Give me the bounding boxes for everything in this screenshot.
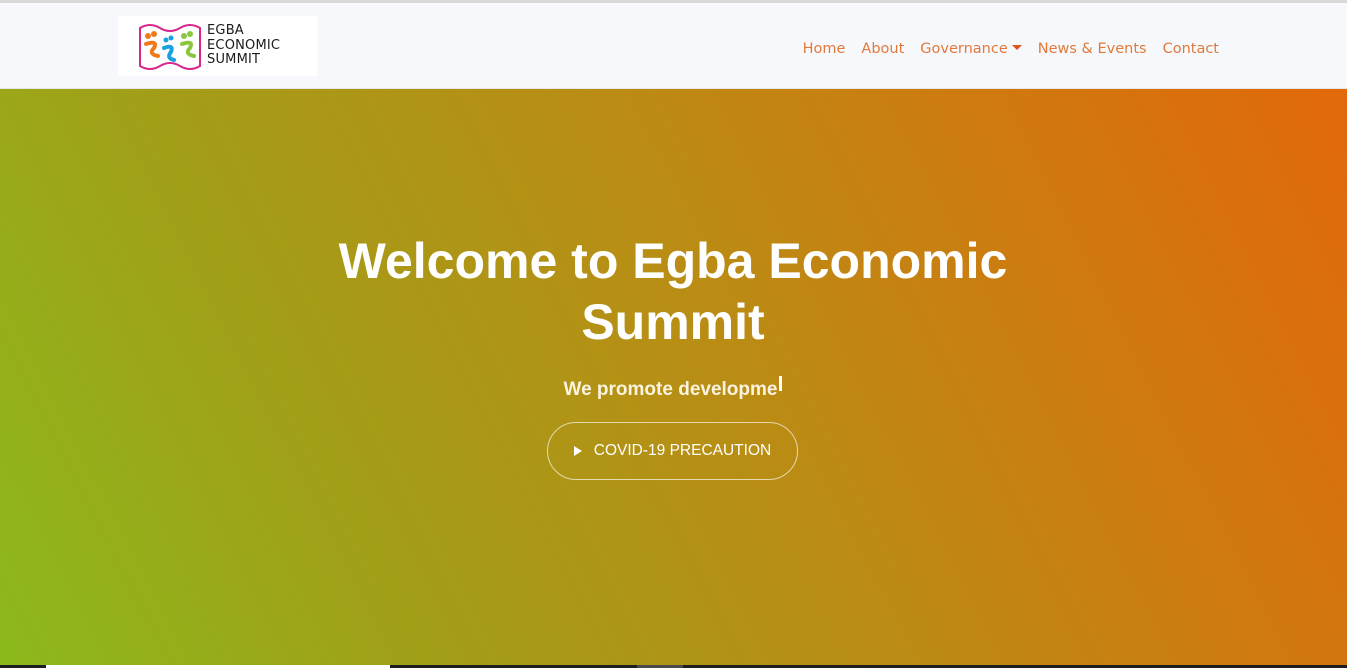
nav-home-label: Home: [802, 41, 846, 57]
site-logo[interactable]: EGBA ECONOMIC SUMMIT: [118, 16, 317, 76]
main-nav: Home About Governance News & Events Cont…: [803, 6, 1219, 92]
logo-wordmark: EGBA ECONOMIC SUMMIT: [207, 23, 281, 68]
hero-typed-text: We promote developme: [563, 379, 778, 400]
hero-title: Welcome to Egba Economic Summit: [338, 233, 1008, 350]
logo-line-3: SUMMIT: [207, 52, 261, 67]
nav-governance-dropdown[interactable]: Governance: [920, 41, 1022, 57]
nav-news-events[interactable]: News & Events: [1038, 41, 1147, 57]
nav-contact-label: Contact: [1162, 41, 1219, 57]
site-header: EGBA ECONOMIC SUMMIT Home About Governan…: [0, 3, 1347, 89]
nav-contact[interactable]: Contact: [1163, 41, 1219, 57]
logo-line-2: ECONOMIC: [207, 37, 281, 53]
play-icon: [573, 446, 582, 456]
covid-precaution-button[interactable]: COVID-19 PRECAUTION: [547, 422, 798, 480]
covid-precaution-label: COVID-19 PRECAUTION: [593, 442, 772, 459]
hero-subtitle: We promote developme: [473, 376, 873, 401]
nav-home[interactable]: Home: [803, 41, 846, 57]
logo-mark-icon: [139, 24, 201, 70]
nav-governance-label: Governance: [920, 41, 1008, 57]
logo-line-1: EGBA: [207, 23, 244, 38]
typing-cursor: [779, 376, 783, 391]
nav-about-label: About: [861, 41, 905, 57]
nav-news-events-label: News & Events: [1037, 41, 1147, 57]
hero-section: Welcome to Egba Economic Summit We promo…: [0, 89, 1347, 665]
nav-about[interactable]: About: [861, 41, 904, 57]
caret-down-icon: [1011, 45, 1022, 50]
page: EGBA ECONOMIC SUMMIT Home About Governan…: [0, 0, 1347, 668]
